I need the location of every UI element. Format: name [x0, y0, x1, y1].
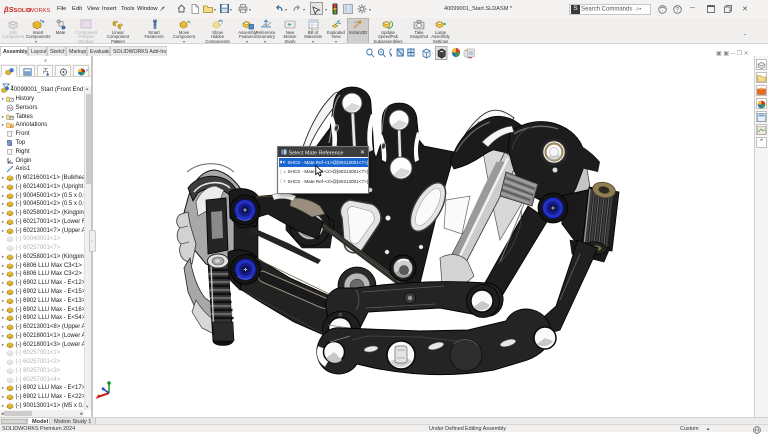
svg-text:βS: βS [4, 5, 14, 14]
svg-text:WORKS: WORKS [29, 7, 51, 13]
svg-text:A: A [10, 124, 13, 129]
